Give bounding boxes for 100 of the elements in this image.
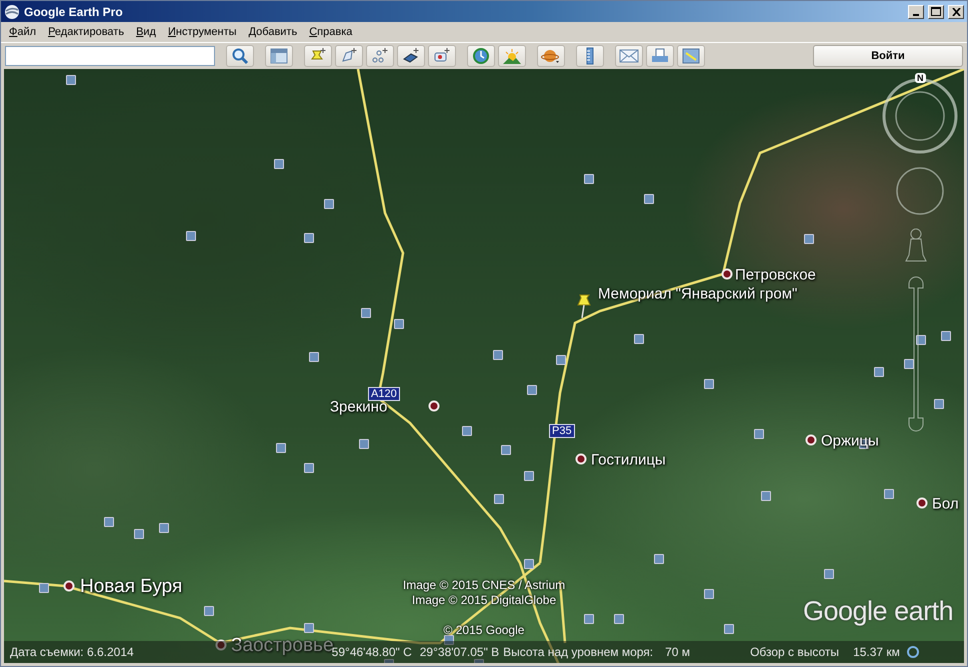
photo-marker-icon[interactable]	[134, 529, 144, 539]
overlay-plus-icon	[402, 47, 420, 65]
photo-marker-icon[interactable]	[309, 352, 319, 362]
photo-marker-icon[interactable]	[304, 463, 314, 473]
photo-marker-icon[interactable]	[204, 606, 214, 616]
photo-marker-icon[interactable]	[754, 429, 764, 439]
photo-marker-icon[interactable]	[494, 494, 504, 504]
person-figure-icon[interactable]	[905, 227, 927, 263]
photo-marker-icon[interactable]	[941, 331, 951, 341]
record-tour-button[interactable]	[428, 45, 456, 67]
place-dot[interactable]	[916, 498, 928, 508]
photo-marker-icon[interactable]	[324, 199, 334, 209]
photo-marker-icon[interactable]	[614, 614, 624, 624]
photo-marker-icon[interactable]	[39, 583, 49, 593]
email-button[interactable]	[615, 45, 643, 67]
photo-marker-icon[interactable]	[584, 174, 594, 184]
photo-marker-icon[interactable]	[159, 523, 169, 533]
photo-marker-icon[interactable]	[634, 334, 644, 344]
photo-marker-icon[interactable]	[824, 569, 834, 579]
minimize-button[interactable]	[908, 4, 924, 18]
sign-in-button[interactable]: Войти	[813, 45, 963, 67]
photo-marker-icon[interactable]	[524, 559, 534, 569]
menu-item[interactable]: Вид	[130, 26, 162, 38]
photo-marker-icon[interactable]	[916, 335, 926, 345]
move-joystick-icon[interactable]	[895, 166, 945, 216]
planet-icon	[541, 47, 561, 65]
sunlight-button[interactable]	[498, 45, 526, 67]
maximize-button[interactable]	[928, 4, 944, 18]
photo-marker-icon[interactable]	[704, 589, 714, 599]
photo-marker-icon[interactable]	[304, 233, 314, 243]
place-label[interactable]: Петровское	[735, 266, 816, 284]
compass-north-label[interactable]: N	[915, 73, 926, 83]
search-field[interactable]	[5, 46, 215, 66]
menu-item[interactable]: Инструменты	[162, 26, 243, 38]
elevation-label: Высота над уровнем моря:	[503, 645, 654, 659]
photo-marker-icon[interactable]	[66, 75, 76, 85]
sunrise-icon	[502, 47, 522, 65]
photo-marker-icon[interactable]	[884, 489, 894, 499]
photo-marker-icon[interactable]	[556, 355, 566, 365]
photo-marker-icon[interactable]	[804, 234, 814, 244]
close-button[interactable]	[948, 4, 964, 18]
photo-marker-icon[interactable]	[359, 439, 369, 449]
menu-item[interactable]: Справка	[303, 26, 358, 38]
add-path-button[interactable]	[366, 45, 394, 67]
window-title: Google Earth Pro	[24, 4, 124, 18]
add-overlay-button[interactable]	[397, 45, 425, 67]
photo-marker-icon[interactable]	[527, 385, 537, 395]
place-dot[interactable]	[428, 400, 440, 412]
place-dot[interactable]	[576, 454, 586, 464]
photo-marker-icon[interactable]	[186, 231, 196, 241]
add-polygon-button[interactable]	[335, 45, 363, 67]
road-number-sign: A120	[368, 387, 400, 401]
eye-altitude-label: Обзор с высоты	[750, 645, 840, 659]
photo-marker-icon[interactable]	[394, 319, 404, 329]
history-clock-button[interactable]	[467, 45, 495, 67]
photo-marker-icon[interactable]	[654, 554, 664, 564]
eye-altitude-value: 15.37 км	[853, 645, 900, 659]
menu-item[interactable]: Добавить	[242, 26, 304, 38]
photo-marker-icon[interactable]	[584, 614, 594, 624]
photo-marker-icon[interactable]	[724, 624, 734, 634]
photo-marker-icon[interactable]	[104, 517, 114, 527]
photo-marker-icon[interactable]	[704, 379, 714, 389]
photo-marker-icon[interactable]	[934, 399, 944, 409]
place-label[interactable]: Гостилицы	[591, 452, 666, 468]
photo-marker-icon[interactable]	[904, 359, 914, 369]
longitude-text: 29°38'07.05" В	[420, 645, 500, 659]
photo-marker-icon[interactable]	[361, 308, 371, 318]
place-label[interactable]: Бол	[932, 496, 959, 512]
place-dot[interactable]	[64, 580, 74, 592]
map-logo: Google earth	[803, 596, 954, 627]
photo-marker-icon[interactable]	[501, 445, 511, 455]
place-label[interactable]: Зрекино	[330, 398, 388, 416]
zoom-slider-icon[interactable]	[906, 274, 926, 434]
photo-marker-icon[interactable]	[444, 635, 454, 645]
photo-marker-icon[interactable]	[524, 471, 534, 481]
place-dot[interactable]	[722, 268, 732, 280]
photo-marker-icon[interactable]	[761, 491, 771, 501]
photo-marker-icon[interactable]	[276, 443, 286, 453]
photo-marker-icon[interactable]	[493, 350, 503, 360]
menu-item[interactable]: Редактировать	[42, 26, 130, 38]
search-button[interactable]	[226, 45, 254, 67]
ruler-button[interactable]	[576, 45, 604, 67]
place-label[interactable]: Новая Буря	[80, 576, 182, 598]
photo-marker-icon[interactable]	[874, 367, 884, 377]
print-button[interactable]	[646, 45, 674, 67]
add-placemark-button[interactable]	[304, 45, 332, 67]
photo-marker-icon[interactable]	[644, 194, 654, 204]
sidebar-icon	[270, 48, 288, 64]
imagery-date: Дата съемки: 6.6.2014	[10, 645, 134, 659]
photo-marker-icon[interactable]	[462, 426, 472, 436]
place-label[interactable]: Оржицы	[821, 432, 879, 450]
planet-button[interactable]	[537, 45, 565, 67]
sidebar-toggle-button[interactable]	[265, 45, 293, 67]
place-dot[interactable]	[216, 640, 226, 650]
photo-marker-icon[interactable]	[304, 623, 314, 633]
map-image-button[interactable]	[677, 45, 705, 67]
look-joystick-icon[interactable]	[880, 76, 960, 156]
menu-item[interactable]: Файл	[3, 26, 42, 38]
photo-marker-icon[interactable]	[274, 159, 284, 169]
place-dot[interactable]	[806, 434, 816, 446]
